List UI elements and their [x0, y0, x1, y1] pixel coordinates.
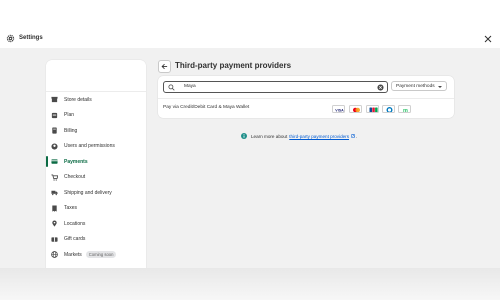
- globe-icon: [51, 251, 58, 259]
- learn-more: Learn more about third-party payment pro…: [241, 133, 357, 139]
- search-icon: [168, 83, 175, 91]
- payment-methods-filter[interactable]: Payment methods: [391, 81, 447, 91]
- page-title: Third-party payment providers: [175, 61, 292, 70]
- sidebar-item-label: Locations: [64, 220, 86, 227]
- sidebar-item-checkout[interactable]: Checkout: [46, 170, 146, 186]
- sidebar-item-gift-cards[interactable]: Gift cards: [46, 232, 146, 248]
- visa-icon: VISA: [332, 105, 345, 113]
- info-icon: [241, 133, 247, 139]
- sidebar-item-label: Plan: [64, 112, 75, 119]
- coming-soon-badge: Coming soon: [85, 251, 117, 259]
- sidebar-item-plan[interactable]: Plan: [46, 108, 146, 124]
- sidebar-item-store-details[interactable]: Store details: [46, 92, 146, 108]
- sidebar-item-label: Store details: [64, 96, 92, 103]
- svg-text:m: m: [403, 108, 408, 113]
- arrow-left-icon: [161, 63, 168, 70]
- filter-label: Payment methods: [396, 83, 435, 89]
- sidebar-item-markets[interactable]: Markets Coming soon: [46, 247, 146, 263]
- sidebar-item-label: Taxes: [64, 205, 78, 212]
- sidebar-item-billing[interactable]: Billing: [46, 123, 146, 139]
- bottom-shade: [0, 268, 500, 300]
- user-icon: [51, 143, 58, 150]
- learn-more-prefix: Learn more about: [251, 133, 288, 139]
- provider-name: Pay via Credit/Debit Card & Maya Wallet: [163, 105, 250, 110]
- sidebar-item-payments[interactable]: Payments: [46, 154, 146, 170]
- search-input[interactable]: Maya: [163, 81, 388, 93]
- diners-club-icon: [382, 105, 395, 113]
- learn-more-suffix: .: [356, 133, 358, 139]
- truck-icon: [51, 191, 58, 196]
- store-icon: [51, 97, 58, 103]
- payments-icon: [51, 159, 58, 164]
- sidebar-item-label: Users and permissions: [64, 143, 115, 150]
- sidebar-item-shipping[interactable]: Shipping and delivery: [46, 185, 146, 201]
- billing-icon: [52, 127, 57, 134]
- clear-search-icon[interactable]: [377, 83, 384, 91]
- chevron-down-icon: [438, 86, 442, 88]
- sidebar-item-taxes[interactable]: Taxes: [46, 201, 146, 217]
- sidebar-item-label: Markets: [64, 251, 82, 258]
- svg-text:VISA: VISA: [335, 109, 344, 113]
- sidebar-header: [46, 60, 146, 92]
- maya-icon: m: [398, 105, 411, 113]
- sidebar-item-locations[interactable]: Locations: [46, 216, 146, 232]
- sidebar-item-label: Gift cards: [64, 236, 86, 243]
- gear-icon: [6, 34, 15, 43]
- sidebar-item-label: Checkout: [64, 174, 86, 181]
- cart-icon: [51, 174, 58, 181]
- mastercard-icon: [349, 105, 362, 113]
- plan-icon: [51, 112, 58, 118]
- back-button[interactable]: [158, 60, 171, 73]
- location-icon: [52, 220, 57, 227]
- external-link-icon[interactable]: [351, 134, 355, 138]
- top-bar: Settings: [0, 0, 500, 48]
- provider-row[interactable]: Pay via Credit/Debit Card & Maya Wallet …: [158, 99, 454, 118]
- gift-card-icon: [51, 237, 58, 242]
- providers-card: Maya Payment methods Pay via Credit/Debi…: [158, 76, 454, 118]
- settings-sidebar: Store details Plan Billing Users and per…: [46, 60, 146, 272]
- sidebar-item-label: Billing: [64, 127, 78, 134]
- close-icon[interactable]: [483, 34, 493, 44]
- sidebar-item-label: Shipping and delivery: [64, 189, 112, 196]
- sidebar-item-users[interactable]: Users and permissions: [46, 139, 146, 155]
- sidebar-item-label: Payments: [64, 158, 88, 165]
- receipt-icon: [52, 205, 57, 212]
- learn-more-link[interactable]: third-party payment providers: [289, 134, 349, 139]
- jcb-icon: [366, 105, 379, 113]
- search-value: Maya: [184, 84, 196, 89]
- settings-title: Settings: [19, 35, 43, 41]
